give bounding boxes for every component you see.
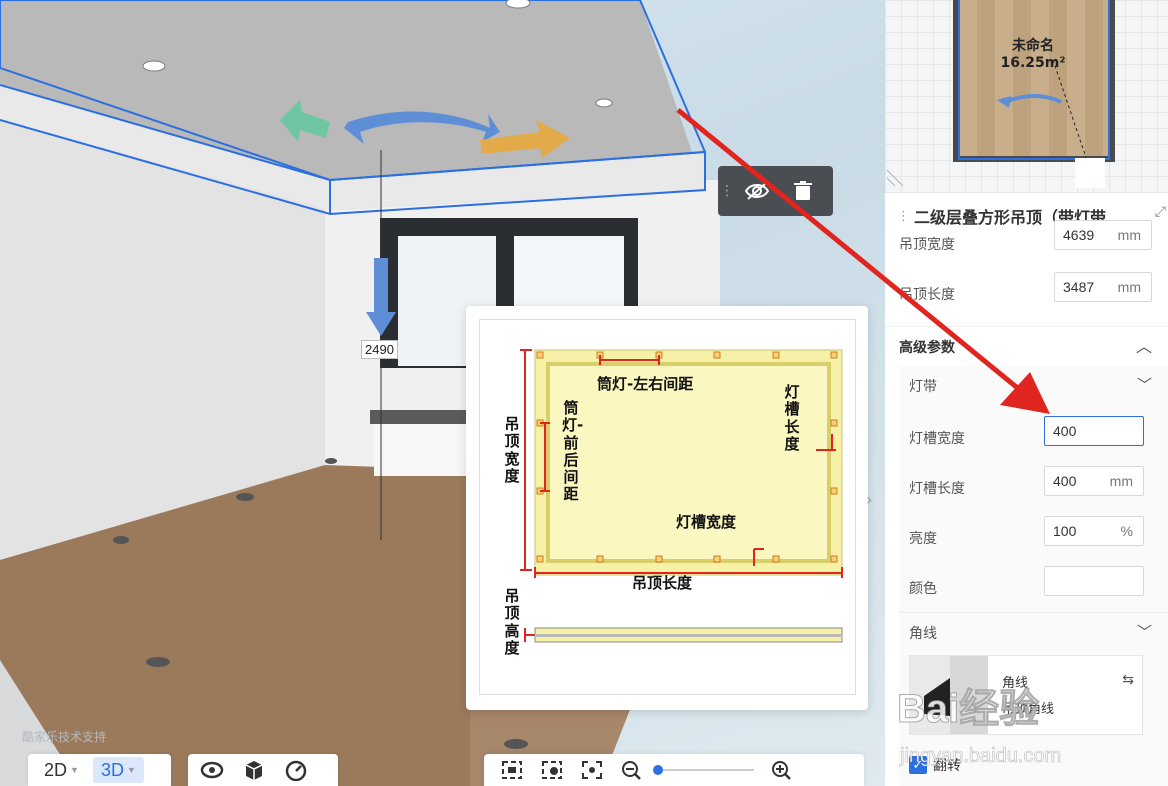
- room-name-label: 未命名: [1012, 38, 1054, 54]
- cube-icon[interactable]: [242, 759, 266, 781]
- molding-toggle[interactable]: 角线 ﹀: [899, 612, 1168, 652]
- cabinet-body: [374, 424, 470, 476]
- parameter-diagram-popup: 筒灯-左右间距 筒灯-前后间距 灯槽长度 灯槽宽度 吊顶宽度 吊顶长度 吊顶高度: [466, 306, 868, 710]
- diagram-label-ceiling-height: 吊顶高度: [504, 587, 520, 657]
- slot-length-row: 灯槽长度 400 mm: [885, 464, 1168, 504]
- zoom-slider[interactable]: [653, 765, 754, 775]
- floorplan-minimap[interactable]: 未命名 16.25m²: [885, 0, 1168, 193]
- panel-collapse-chevron-icon[interactable]: ›: [866, 490, 872, 509]
- view-mode-2d-button[interactable]: 2D ▼: [36, 757, 87, 783]
- swap-arrows-icon[interactable]: ⇆: [1122, 672, 1134, 688]
- drag-handle-icon[interactable]: ⋮: [720, 183, 734, 199]
- properties-panel: 未命名 16.25m² ⋮ 二级层叠方形吊顶（带灯带… ⤢ 吊顶宽度 4639 …: [885, 0, 1168, 786]
- fit-selection-icon[interactable]: [540, 759, 564, 781]
- ceiling-width-input[interactable]: 4639 mm: [1054, 220, 1152, 250]
- slot-width-row: 灯槽宽度 400: [885, 414, 1168, 454]
- diagram-label-ceiling-width: 吊顶宽度: [504, 415, 520, 485]
- object-toolbar: ⋮: [718, 166, 833, 216]
- ceiling-length-row: 吊顶长度 3487 mm: [885, 272, 1168, 312]
- view-tools: [188, 754, 338, 786]
- diagram-label-spot-lr: 筒灯-左右间距: [597, 375, 694, 393]
- gauge-icon[interactable]: [284, 759, 308, 781]
- chevron-up-icon: ︿: [1135, 337, 1152, 356]
- diagram-label-ceiling-length: 吊顶长度: [632, 574, 693, 592]
- view-mode-3d-button[interactable]: 3D ▼: [92, 757, 144, 783]
- chevron-down-icon: ﹀: [1136, 623, 1152, 641]
- caret-down-icon: ▼: [70, 765, 79, 775]
- brightness-input[interactable]: 100 %: [1044, 516, 1144, 546]
- zoom-in-icon[interactable]: [770, 759, 792, 781]
- zoom-out-icon[interactable]: [620, 759, 642, 781]
- zoom-slider-knob[interactable]: [653, 765, 663, 775]
- expand-arrows-icon[interactable]: ⤢: [1155, 204, 1166, 220]
- color-row: 颜色: [885, 564, 1168, 604]
- eye-icon[interactable]: [200, 760, 224, 780]
- chevron-down-icon: ﹀: [1136, 376, 1152, 394]
- zoom-toolbar: [484, 754, 864, 786]
- baidu-watermark-url: jingyan.baidu.com: [900, 745, 1062, 768]
- cabinet-top: [370, 410, 470, 424]
- view-mode-switch: 2D ▼ 3D ▼: [28, 754, 171, 786]
- focus-icon[interactable]: [580, 759, 604, 781]
- diagram-label-slot-width: 灯槽宽度: [676, 513, 737, 531]
- fit-frame-icon[interactable]: [500, 759, 524, 781]
- hide-eye-icon[interactable]: [734, 171, 780, 211]
- drag-handle-icon[interactable]: ⋮: [897, 209, 910, 224]
- delete-trash-icon[interactable]: [780, 171, 826, 211]
- height-dimension-label[interactable]: 2490: [361, 340, 398, 359]
- caret-down-icon: ▼: [126, 765, 136, 775]
- ceiling-length-input[interactable]: 3487 mm: [1054, 272, 1152, 302]
- kujiale-watermark: 酷家乐技术支持: [22, 730, 107, 744]
- diagram-label-spot-fb: 筒灯-前后间距: [562, 399, 584, 504]
- ceiling-width-row: 吊顶宽度 4639 mm: [885, 220, 1168, 268]
- light-strip-toggle[interactable]: 灯带 ﹀: [899, 366, 1168, 406]
- advanced-params-toggle[interactable]: 高级参数 ︿: [885, 326, 1168, 366]
- color-picker[interactable]: [1044, 566, 1144, 596]
- room-area-label: 16.25m²: [1000, 55, 1066, 71]
- baidu-watermark: Bai经验: [896, 687, 1040, 732]
- slot-length-input[interactable]: 400 mm: [1044, 466, 1144, 496]
- diagram-label-slot-length: 灯槽长度: [784, 383, 800, 453]
- slot-width-input[interactable]: 400: [1044, 416, 1144, 446]
- brightness-row: 亮度 100 %: [885, 514, 1168, 554]
